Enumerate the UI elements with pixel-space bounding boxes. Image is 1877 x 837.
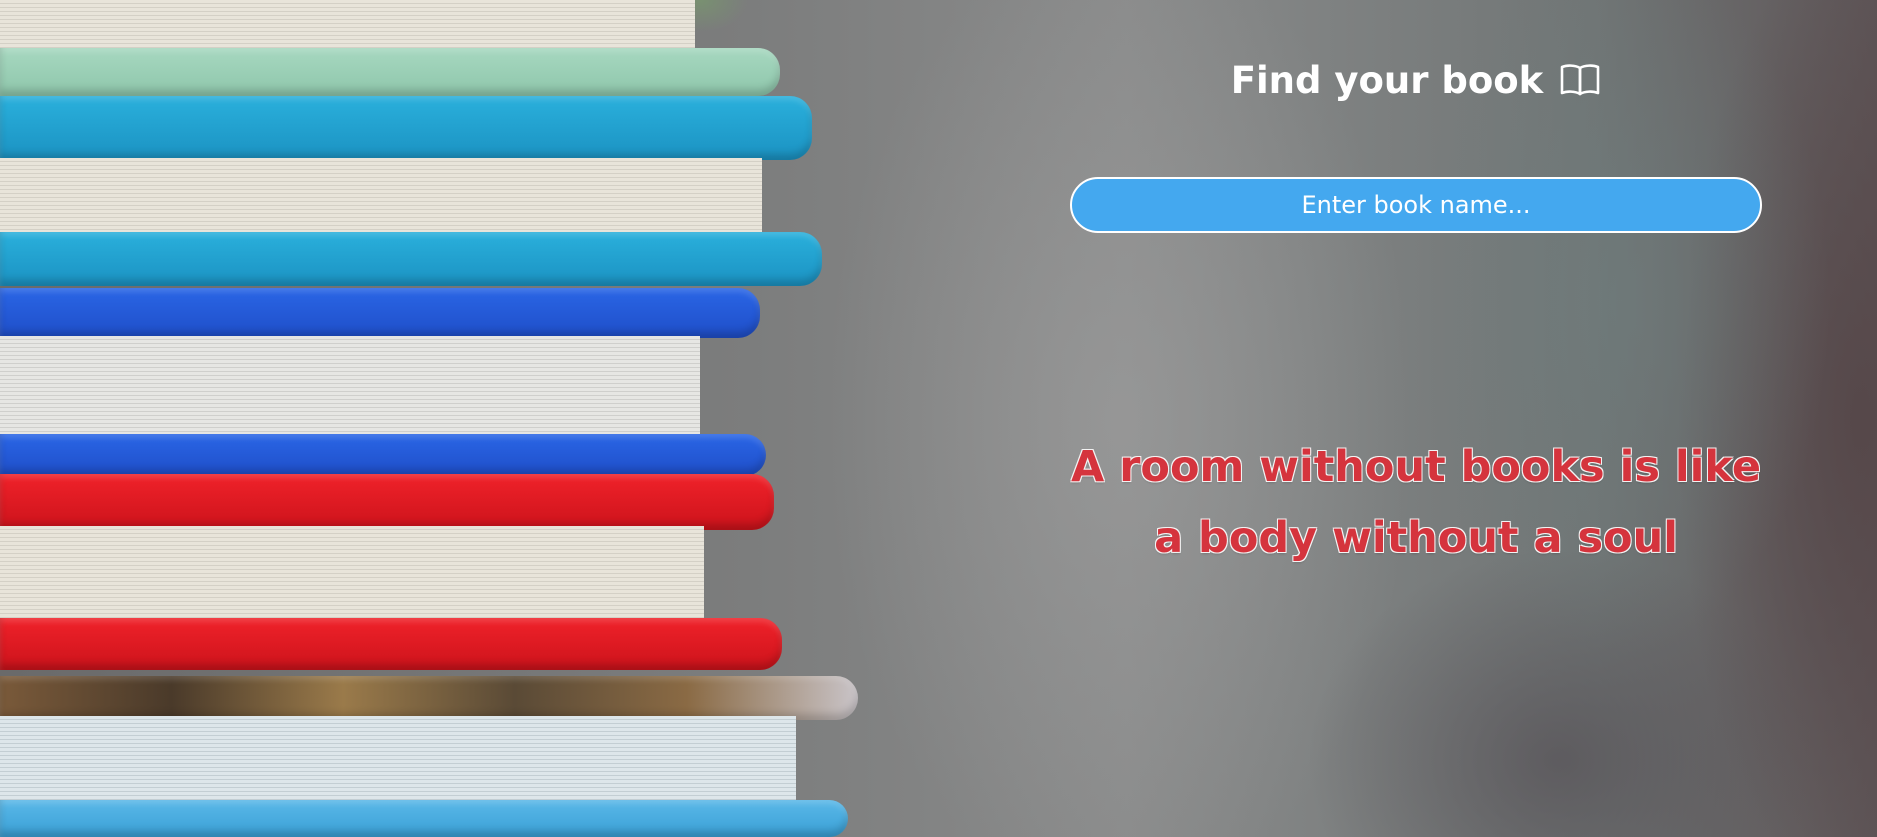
quote-line-2: a body without a soul [1154,513,1678,563]
page-title: Find your book [1070,55,1762,105]
book-cover [0,232,822,286]
book-cover [0,288,760,338]
quote-line-1: A room without books is like [1070,442,1762,492]
book-cover [0,96,812,160]
book-cover [0,800,848,837]
page-title-text: Find your book [1230,58,1544,102]
book-cover [0,676,858,720]
open-book-icon [1559,62,1601,98]
quote: A room without books is like a body with… [1070,432,1762,574]
book-cover [0,48,780,96]
book-cover [0,618,782,670]
book-pages [0,0,695,52]
book-pages [0,716,796,802]
book-search-input[interactable] [1070,177,1762,233]
book-cover [0,474,774,530]
book-pages [0,336,700,436]
book-stack-image [0,0,870,837]
book-pages [0,158,762,238]
book-pages [0,526,704,626]
book-cover [0,434,766,476]
